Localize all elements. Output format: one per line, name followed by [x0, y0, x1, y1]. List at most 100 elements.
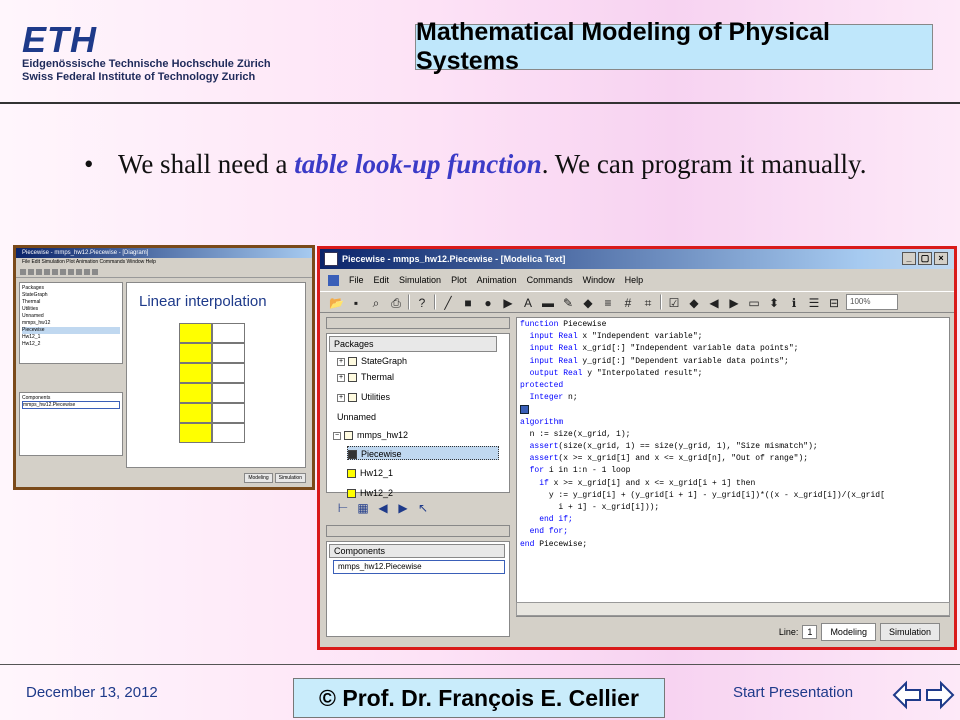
code-keyword: input Real [529, 332, 578, 342]
code-line[interactable]: if x >= x_grid[i] and x <= x_grid[i + 1]… [520, 478, 949, 490]
horizontal-scrollbar[interactable] [516, 602, 950, 616]
menu-plot[interactable]: Plot [451, 275, 467, 285]
browse-back-icon[interactable]: ◀ [376, 501, 390, 515]
diagram-layer-icon[interactable]: ⬍ [766, 294, 782, 310]
grid-view-icon[interactable]: ▦ [356, 501, 370, 515]
code-keyword: end [520, 539, 535, 549]
packages-column-header[interactable]: Packages [329, 336, 497, 352]
code-line[interactable]: y := y_grid[i] + (y_grid[i + 1] - y_grid… [520, 490, 949, 502]
save-icon[interactable]: ▪ [348, 294, 364, 310]
tree-item-stategraph[interactable]: + StateGraph [337, 354, 407, 368]
menu-animation[interactable]: Animation [477, 275, 517, 285]
cursor-icon[interactable]: ↖ [416, 501, 430, 515]
code-line[interactable]: end Piecewise; [520, 539, 949, 551]
menu-help[interactable]: Help [625, 275, 644, 285]
check-icon[interactable]: ☑ [666, 294, 682, 310]
code-line[interactable]: input Real x_grid[:] "Independent variab… [520, 343, 949, 355]
align-icon[interactable]: ⌗ [640, 294, 656, 310]
code-keyword: algorithm [520, 417, 564, 427]
tree-item-utilities[interactable]: + Utilities [337, 390, 390, 404]
tree-item-thermal[interactable]: + Thermal [337, 370, 394, 384]
browse-forward-icon[interactable]: ▶ [396, 501, 410, 515]
code-line[interactable]: input Real x "Independent variable"; [520, 331, 949, 343]
line-style-icon[interactable]: ≡ [600, 294, 616, 310]
back-arrow-icon[interactable]: ◀ [706, 294, 722, 310]
component-item[interactable]: mmps_hw12.Piecewise [333, 560, 505, 574]
code-line[interactable]: end for; [520, 526, 949, 538]
toolbar-button [44, 268, 50, 275]
code-line[interactable] [520, 404, 949, 416]
table-cell [212, 343, 245, 363]
menu-simulation[interactable]: Simulation [399, 275, 441, 285]
menu-window[interactable]: Window [583, 275, 615, 285]
fill-color-icon[interactable]: ◆ [580, 294, 596, 310]
tree-item-label: StateGraph [361, 356, 408, 366]
tab-modeling[interactable]: Modeling [821, 623, 876, 641]
expand-icon[interactable]: + [337, 357, 345, 366]
minimize-button[interactable]: _ [902, 252, 916, 265]
table-cell [212, 323, 245, 343]
ellipse-tool-icon[interactable]: ● [480, 294, 496, 310]
diagram-toolbar [16, 266, 312, 278]
code-line[interactable]: i + 1] - x_grid[i])); [520, 502, 949, 514]
expand-icon[interactable]: + [337, 393, 345, 402]
open-folder-icon[interactable]: 📂 [328, 294, 344, 310]
code-line[interactable]: algorithm [520, 417, 949, 429]
rectangle-tool-icon[interactable]: ■ [460, 294, 476, 310]
tree-item-mmps-hw12[interactable]: − mmps_hw12 [333, 428, 408, 442]
code-line[interactable]: n := size(x_grid, 1); [520, 429, 949, 441]
tab-simulation[interactable]: Simulation [879, 623, 940, 641]
code-line[interactable]: for i in 1:n - 1 loop [520, 465, 949, 477]
line-tool-icon[interactable]: ╱ [440, 294, 456, 310]
code-line[interactable]: protected [520, 380, 949, 392]
tree-item-piecewise[interactable]: Piecewise [347, 446, 499, 460]
maximize-button[interactable]: ▢ [918, 252, 932, 265]
documentation-layer-icon[interactable]: ℹ [786, 294, 802, 310]
forward-arrow-icon[interactable]: ▶ [726, 294, 742, 310]
code-line[interactable]: input Real y_grid[:] "Dependent variable… [520, 356, 949, 368]
table-cell [212, 403, 245, 423]
search-icon[interactable]: ⌕ [368, 294, 384, 310]
forward-arrow-icon[interactable] [925, 680, 955, 710]
grid-icon[interactable]: # [620, 294, 636, 310]
code-line[interactable]: end if; [520, 514, 949, 526]
icon-layer-icon[interactable]: ▭ [746, 294, 762, 310]
polygon-tool-icon[interactable]: ▶ [500, 294, 516, 310]
code-listing[interactable]: function Piecewise input Real x "Indepen… [517, 318, 949, 551]
collapse-icon[interactable]: − [333, 431, 341, 440]
package-browser[interactable]: Packages + StateGraph + Thermal + Utilities… [326, 333, 510, 499]
code-line[interactable]: Integer n; [520, 392, 949, 404]
tree-item-hw12-1[interactable]: Hw12_1 [347, 466, 393, 480]
modelica-text-editor[interactable]: function Piecewise input Real x "Indepen… [516, 317, 950, 617]
line-color-icon[interactable]: ✎ [560, 294, 576, 310]
print-icon[interactable]: ⎙ [388, 294, 404, 310]
zoom-field[interactable]: 100% [846, 294, 898, 310]
toolbar-button [68, 268, 74, 275]
modelica-text-layer-icon[interactable]: ☰ [806, 294, 822, 310]
start-presentation-link[interactable]: Start Presentation [733, 684, 853, 701]
equation-layer-icon[interactable]: ⊟ [826, 294, 842, 310]
code-line[interactable]: function Piecewise [520, 319, 949, 331]
tree-item-unnamed[interactable]: Unnamed [337, 410, 376, 424]
expand-icon[interactable]: + [337, 373, 345, 382]
code-line[interactable]: assert(size(x_grid, 1) == size(y_grid, 1… [520, 441, 949, 453]
menu-commands[interactable]: Commands [527, 275, 573, 285]
window-app-icon [324, 252, 338, 266]
menu-edit[interactable]: Edit [374, 275, 390, 285]
menu-file[interactable]: File [349, 275, 364, 285]
text-tool-icon[interactable]: A [520, 294, 536, 310]
close-button[interactable]: × [934, 252, 948, 265]
code-line[interactable]: output Real y "Interpolated result"; [520, 368, 949, 380]
back-arrow-icon[interactable] [892, 680, 922, 710]
tree-item-label: Piecewise [361, 449, 402, 459]
tree-view-icon[interactable]: ⊢ [336, 501, 350, 515]
help-pointer-icon[interactable]: ? [414, 294, 430, 310]
diagram-tree-item: Unnamed [22, 313, 44, 319]
annotation-icon[interactable] [520, 404, 529, 414]
go-back-icon[interactable]: ◆ [686, 294, 702, 310]
components-column-header[interactable]: Components [329, 544, 505, 558]
tree-item-label: Utilities [361, 392, 391, 402]
bitmap-tool-icon[interactable]: ▬ [540, 294, 556, 310]
component-browser[interactable]: Components mmps_hw12.Piecewise [326, 541, 510, 637]
code-line[interactable]: assert(x >= x_grid[1] and x <= x_grid[n]… [520, 453, 949, 465]
